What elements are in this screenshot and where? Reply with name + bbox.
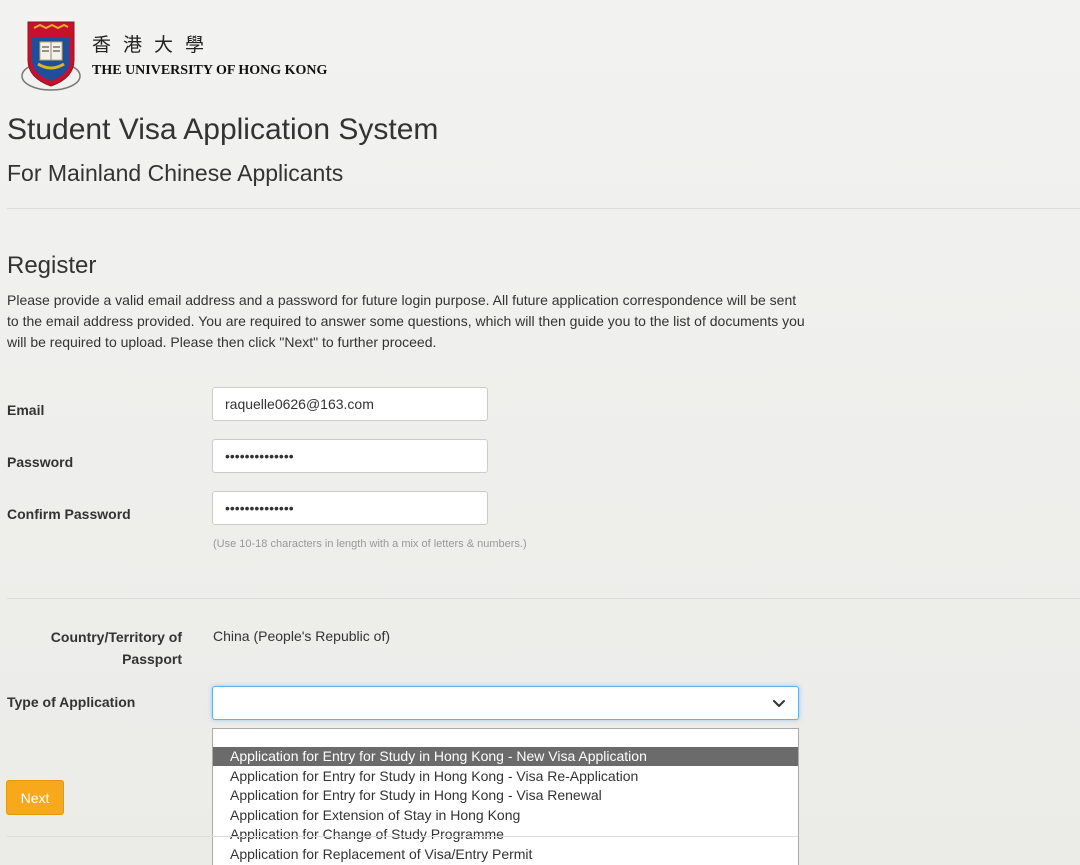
password-hint: (Use 10-18 characters in length with a m…: [213, 538, 527, 550]
university-crest-icon: [20, 20, 82, 92]
dropdown-option[interactable]: Application for Entry for Study in Hong …: [213, 786, 798, 805]
chevron-down-icon: [773, 700, 785, 707]
dropdown-option[interactable]: Application for Extension of Stay in Hon…: [213, 806, 798, 825]
university-name-chinese: 香港大學: [92, 34, 217, 56]
email-field[interactable]: [212, 387, 488, 421]
password-label: Password: [7, 454, 74, 470]
dropdown-option[interactable]: Application for Change of Study Programm…: [213, 825, 798, 844]
dropdown-option[interactable]: Application for Replacement of Visa/Entr…: [213, 845, 798, 864]
application-type-label: Type of Application: [7, 694, 136, 710]
application-type-dropdown-list: Application for Entry for Study in Hong …: [212, 728, 799, 865]
next-button[interactable]: Next: [6, 780, 64, 815]
divider: [7, 836, 798, 837]
register-heading: Register: [7, 252, 97, 279]
passport-country-value: China (People's Republic of): [213, 628, 390, 644]
page-title: Student Visa Application System: [7, 113, 439, 146]
email-label: Email: [7, 402, 45, 418]
university-logo-text: 香港大學 THE UNIVERSITY OF HONG KONG: [92, 30, 327, 79]
passport-country-label: Country/Territory of Passport: [50, 629, 182, 667]
confirm-password-label: Confirm Password: [7, 506, 131, 522]
divider: [7, 208, 1080, 209]
password-field[interactable]: [212, 439, 488, 473]
application-type-select[interactable]: [212, 686, 799, 720]
register-intro-text: Please provide a valid email address and…: [7, 292, 805, 350]
divider: [7, 598, 1080, 599]
university-header: 香港大學 THE UNIVERSITY OF HONG KONG: [20, 20, 327, 92]
university-name-english: THE UNIVERSITY OF HONG KONG: [92, 63, 328, 78]
dropdown-option[interactable]: Application for Entry for Study in Hong …: [213, 767, 798, 786]
confirm-password-field[interactable]: [212, 491, 488, 525]
page-subtitle: For Mainland Chinese Applicants: [7, 160, 344, 186]
dropdown-option[interactable]: Application for Entry for Study in Hong …: [213, 747, 798, 766]
